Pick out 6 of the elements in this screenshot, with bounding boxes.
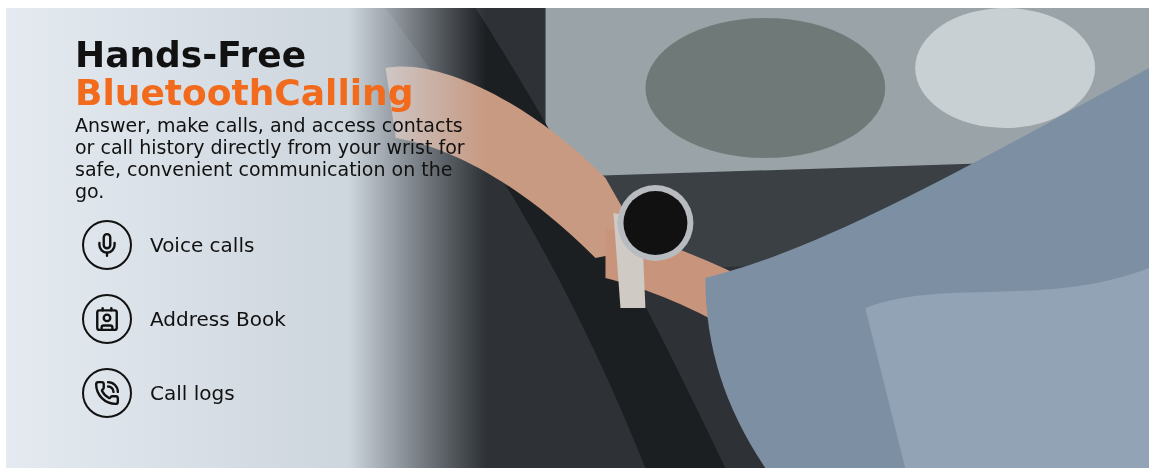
banner-title: Hands-Free bbox=[75, 36, 307, 74]
feature-label: Voice calls bbox=[150, 232, 255, 259]
banner-description: Answer, make calls, and access contacts or call history directly from your wrist for safe, convenient communication on the go. bbox=[75, 114, 466, 202]
banner-title-highlight: BluetoothCalling bbox=[75, 74, 414, 112]
feature-label: Address Book bbox=[150, 306, 286, 333]
feature-label: Call logs bbox=[150, 380, 235, 407]
